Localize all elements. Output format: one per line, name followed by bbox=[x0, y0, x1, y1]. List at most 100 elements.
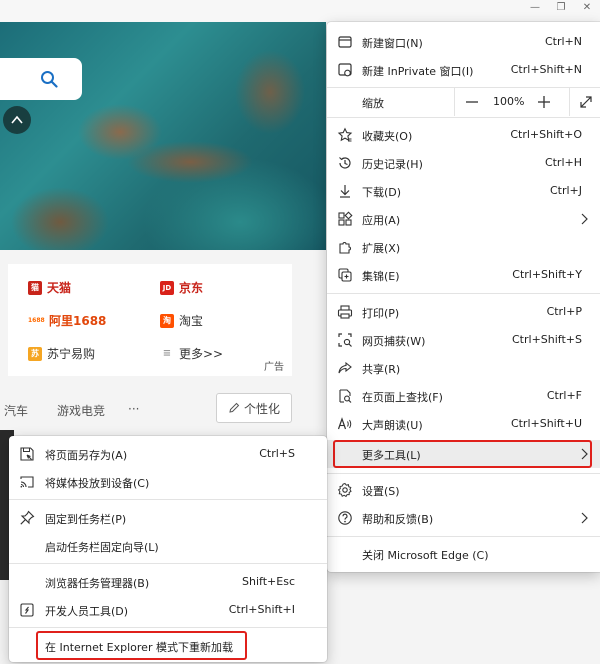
menu-divider bbox=[327, 473, 600, 474]
menu-item-new-window[interactable]: 新建窗口(N) Ctrl+N bbox=[327, 28, 600, 56]
settings-icon bbox=[337, 482, 352, 498]
menu-item-label: 收藏夹(O) bbox=[362, 130, 413, 143]
ad-label: 广告 bbox=[264, 362, 284, 373]
menu-item-label: 新建 InPrivate 窗口(I) bbox=[362, 65, 474, 78]
menu-item-shortcut: Ctrl+Shift+Y bbox=[512, 268, 582, 281]
download-icon bbox=[340, 185, 350, 198]
shop-name: 天猫 bbox=[47, 281, 72, 295]
menu-item-pin-taskbar[interactable]: 固定到任务栏(P) bbox=[9, 504, 327, 532]
menu-item-find[interactable]: 在页面上查找(F) Ctrl+F bbox=[327, 382, 600, 410]
menu-item-label: 固定到任务栏(P) bbox=[45, 513, 127, 526]
pin-icon bbox=[20, 510, 35, 525]
menu-item-shortcut: Ctrl+J bbox=[549, 184, 582, 197]
save-page-icon bbox=[20, 447, 34, 461]
personalize-label: 个性化 bbox=[243, 401, 280, 416]
menu-item-apps[interactable]: 应用(A) bbox=[327, 205, 600, 233]
more-tools-submenu: 将页面另存为(A) Ctrl+S 将媒体投放到设备(C) 固定到任务栏(P) 启… bbox=[9, 436, 327, 662]
menu-item-label: 开发人员工具(D) bbox=[45, 605, 129, 618]
shop-name: 京东 bbox=[179, 281, 204, 295]
menu-item-shortcut: Ctrl+Shift+S bbox=[512, 333, 582, 346]
menu-item-history[interactable]: 历史记录(H) Ctrl+H bbox=[327, 149, 600, 177]
find-icon bbox=[339, 389, 352, 403]
restore-button[interactable]: ❐ bbox=[548, 0, 574, 14]
suning-logo-icon: 苏 bbox=[28, 346, 42, 361]
menu-item-label: 设置(S) bbox=[362, 485, 400, 498]
menu-item-shortcut: Ctrl+Shift+I bbox=[228, 603, 295, 616]
menu-item-settings[interactable]: 设置(S) bbox=[327, 476, 600, 504]
menu-item-favorites[interactable]: 收藏夹(O) Ctrl+Shift+O bbox=[327, 121, 600, 149]
search-box[interactable] bbox=[0, 58, 82, 100]
menu-item-read-aloud[interactable]: 大声朗读(U) Ctrl+Shift+U bbox=[327, 410, 600, 438]
menu-item-label: 打印(P) bbox=[362, 307, 400, 320]
menu-item-label: 浏览器任务管理器(B) bbox=[45, 577, 150, 590]
menu-item-close-edge[interactable]: 关闭 Microsoft Edge (C) bbox=[327, 540, 600, 568]
menu-item-label: 网页捕获(W) bbox=[362, 335, 426, 348]
chevron-right-icon bbox=[581, 512, 588, 524]
menu-item-label: 历史记录(H) bbox=[362, 158, 423, 171]
tab-gaming[interactable]: 游戏电竞 bbox=[57, 402, 105, 419]
fullscreen-button[interactable] bbox=[569, 88, 600, 116]
shop-link-jd[interactable]: JD 京东 bbox=[160, 279, 203, 296]
shop-name: 苏宁易购 bbox=[47, 347, 96, 361]
more-icon: ≡ bbox=[160, 346, 174, 361]
menu-item-task-manager[interactable]: 浏览器任务管理器(B) Shift+Esc bbox=[9, 568, 327, 596]
menu-item-web-capture[interactable]: 网页捕获(W) Ctrl+Shift+S bbox=[327, 326, 600, 354]
tab-cars[interactable]: 汽车 bbox=[4, 402, 28, 419]
menu-item-print[interactable]: 打印(P) Ctrl+P bbox=[327, 298, 600, 326]
chevron-up-icon bbox=[11, 115, 23, 124]
apps-icon bbox=[338, 211, 353, 226]
menu-item-save-page[interactable]: 将页面另存为(A) Ctrl+S bbox=[9, 440, 327, 468]
menu-item-collections[interactable]: 集锦(E) Ctrl+Shift+Y bbox=[327, 261, 600, 289]
search-icon[interactable] bbox=[40, 70, 58, 88]
menu-item-extensions[interactable]: 扩展(X) bbox=[327, 233, 600, 261]
menu-divider bbox=[9, 563, 327, 564]
shop-link-tmall[interactable]: 猫 天猫 bbox=[28, 279, 71, 296]
menu-item-shortcut: Ctrl+Shift+U bbox=[510, 417, 582, 430]
print-icon bbox=[337, 305, 353, 319]
collapse-button[interactable] bbox=[3, 106, 31, 134]
shop-link-suning[interactable]: 苏 苏宁易购 bbox=[28, 345, 95, 362]
taobao-logo-icon: 淘 bbox=[160, 313, 174, 328]
menu-item-share[interactable]: 共享(R) bbox=[327, 354, 600, 382]
menu-item-help[interactable]: 帮助和反馈(B) bbox=[327, 504, 600, 532]
menu-item-new-inprivate[interactable]: 新建 InPrivate 窗口(I) Ctrl+Shift+N bbox=[327, 56, 600, 84]
menu-item-cast-media[interactable]: 将媒体投放到设备(C) bbox=[9, 468, 327, 496]
close-button[interactable]: ✕ bbox=[574, 0, 600, 14]
menu-item-label: 大声朗读(U) bbox=[362, 419, 423, 432]
menu-item-shortcut: Ctrl+S bbox=[259, 447, 295, 460]
menu-divider bbox=[327, 117, 600, 118]
zoom-in-icon[interactable] bbox=[535, 93, 553, 111]
minimize-button[interactable]: — bbox=[522, 0, 548, 14]
cast-icon bbox=[20, 476, 34, 488]
share-icon bbox=[338, 361, 352, 374]
shop-link-taobao[interactable]: 淘 淘宝 bbox=[160, 312, 203, 329]
shop-link-1688[interactable]: 1688 阿里1688 bbox=[28, 312, 106, 329]
menu-divider bbox=[9, 499, 327, 500]
menu-divider bbox=[327, 536, 600, 537]
collections-icon bbox=[338, 268, 352, 282]
shop-link-more[interactable]: ≡ 更多>> bbox=[160, 345, 223, 362]
menu-item-dev-tools[interactable]: 开发人员工具(D) Ctrl+Shift+I bbox=[9, 596, 327, 624]
shopping-links-panel: 猫 天猫 JD 京东 1688 阿里1688 淘 淘宝 苏 苏宁易购 ≡ 更多>… bbox=[8, 264, 292, 376]
settings-menu: 新建窗口(N) Ctrl+N 新建 InPrivate 窗口(I) Ctrl+S… bbox=[327, 22, 600, 572]
shop-name: 更多>> bbox=[179, 347, 224, 361]
personalize-button[interactable]: 个性化 bbox=[216, 393, 292, 423]
menu-item-downloads[interactable]: 下载(D) Ctrl+J bbox=[327, 177, 600, 205]
menu-divider bbox=[9, 627, 327, 628]
pencil-icon bbox=[229, 402, 240, 413]
chevron-right-icon bbox=[581, 213, 588, 225]
menu-item-label: 在页面上查找(F) bbox=[362, 391, 443, 404]
inprivate-icon bbox=[338, 63, 352, 77]
zoom-out-icon[interactable] bbox=[463, 93, 481, 111]
zoom-label: 缩放 bbox=[362, 97, 384, 110]
zoom-row: 缩放 100% bbox=[327, 88, 600, 116]
shop-name: 阿里1688 bbox=[49, 314, 107, 328]
menu-item-pin-wizard[interactable]: 启动任务栏固定向导(L) bbox=[9, 532, 327, 560]
menu-item-shortcut: Ctrl+F bbox=[546, 389, 582, 402]
tmall-logo-icon: 猫 bbox=[28, 280, 42, 295]
zoom-controls: 100% bbox=[454, 88, 600, 116]
menu-item-label: 将页面另存为(A) bbox=[45, 449, 128, 462]
menu-item-label: 新建窗口(N) bbox=[362, 37, 423, 50]
menu-item-label: 关闭 Microsoft Edge (C) bbox=[362, 549, 489, 562]
tab-more[interactable]: ··· bbox=[128, 402, 139, 416]
